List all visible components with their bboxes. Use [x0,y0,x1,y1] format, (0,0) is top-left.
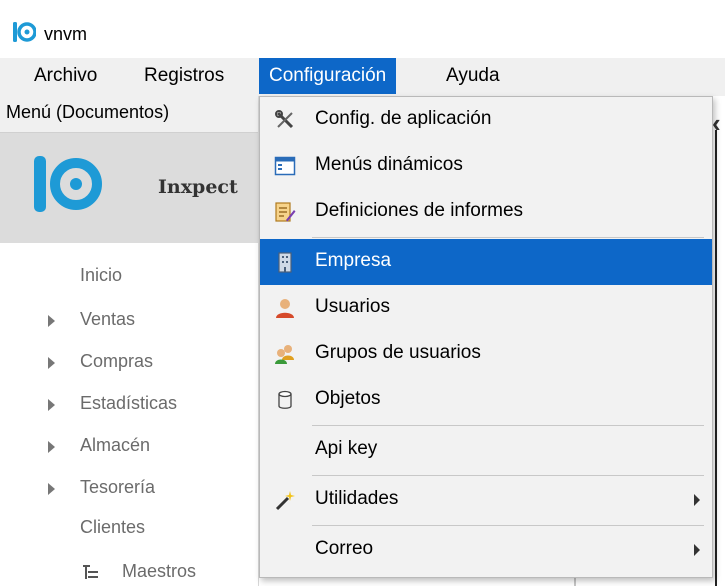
menu-registros[interactable]: Registros [134,58,234,94]
menu-item-definiciones-informes[interactable]: Definiciones de informes [260,189,712,235]
tree-item-maestros[interactable]: Maestros [122,561,196,582]
user-icon [276,299,294,318]
tree-item-compras[interactable]: Compras [80,351,153,372]
list-tree-icon [83,565,98,579]
title-bar [0,0,725,58]
menu-separator [312,475,704,476]
tree-item-estadisticas[interactable]: Estadísticas [80,393,177,414]
expand-arrow-icon[interactable] [48,357,55,369]
menu-item-empresa[interactable]: Empresa [260,239,712,285]
menu-item-config-aplicacion[interactable]: Config. de aplicación [260,97,712,143]
window-title: vnvm [44,24,88,44]
logo-text: Inxpect [158,176,238,198]
menu-item-api-key[interactable]: Api key [260,427,712,473]
tree-item-almacen[interactable]: Almacén [80,435,150,456]
menu-ayuda[interactable]: Ayuda [436,58,510,94]
menu-item-correo[interactable]: Correo [260,527,712,573]
menu-item-grupos-usuarios[interactable]: Grupos de usuarios [260,331,712,377]
menu-item-objetos[interactable]: Objetos [260,377,712,423]
company-logo-icon [34,156,102,212]
window-list-icon [274,156,296,176]
content-border [715,130,717,586]
expand-arrow-icon[interactable] [48,483,55,495]
menu-item-usuarios[interactable]: Usuarios [260,285,712,331]
cylinder-icon [278,390,292,409]
magic-wand-icon [275,491,295,511]
submenu-arrow-icon [694,494,700,506]
menu-configuracion[interactable]: Configuración [259,58,397,94]
menu-item-utilidades[interactable]: Utilidades [260,477,712,523]
tree-item-clientes[interactable]: Clientes [80,517,145,538]
tree-item-tesoreria[interactable]: Tesorería [80,477,155,498]
expand-arrow-icon[interactable] [48,315,55,327]
tree-item-ventas[interactable]: Ventas [80,309,135,330]
menu-item-menus-dinamicos[interactable]: Menús dinámicos [260,143,712,189]
menu-archivo[interactable]: Archivo [24,58,107,94]
configuracion-dropdown: Config. de aplicación Menús dinámicos De… [259,96,713,578]
menu-separator [312,425,704,426]
building-icon [278,252,292,273]
report-edit-icon [275,202,296,222]
users-group-icon [275,345,294,364]
expand-arrow-icon[interactable] [48,441,55,453]
submenu-arrow-icon [694,544,700,556]
menu-separator [312,525,704,526]
panel-header-title: Menú (Documentos) [6,102,170,122]
app-logo-icon [13,22,36,42]
wrench-screwdriver-icon [275,110,294,129]
expand-arrow-icon[interactable] [48,399,55,411]
menu-separator [312,237,704,238]
tree-item-inicio[interactable]: Inicio [80,265,122,286]
